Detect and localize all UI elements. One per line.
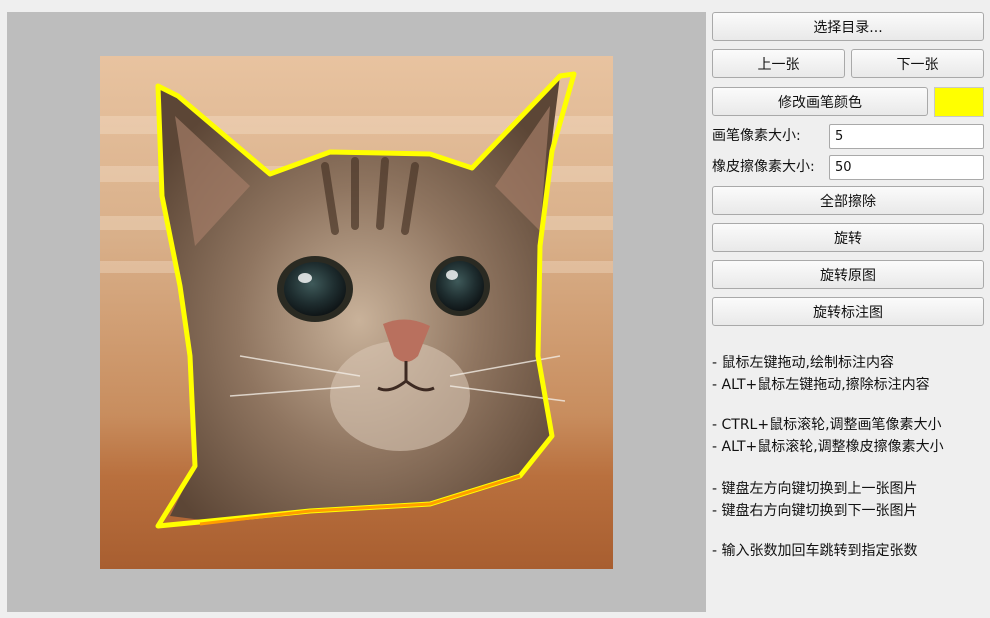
pen-size-label: 画笔像素大小: [712,128,801,144]
annotation-canvas-area[interactable] [7,12,706,612]
help-line-draw: - 鼠标左键拖动,绘制标注内容 [712,355,894,371]
pen-color-swatch[interactable] [934,87,984,117]
help-line-next-key: - 键盘右方向键切换到下一张图片 [712,503,918,519]
pen-size-input[interactable]: 5 [829,124,984,149]
previous-image-button[interactable]: 上一张 [712,49,845,78]
help-line-eraser-size: - ALT+鼠标滚轮,调整橡皮擦像素大小 [712,439,944,455]
rotate-button[interactable]: 旋转 [712,223,984,252]
help-line-jump: - 输入张数加回车跳转到指定张数 [712,543,918,559]
select-directory-button[interactable]: 选择目录... [712,12,984,41]
cat-photo-with-annotation[interactable] [100,56,613,569]
cat-image[interactable] [100,56,613,569]
rotate-annotation-button[interactable]: 旋转标注图 [712,297,984,326]
eraser-size-input[interactable]: 50 [829,155,984,180]
clear-all-button[interactable]: 全部擦除 [712,186,984,215]
next-image-button[interactable]: 下一张 [851,49,984,78]
help-line-pen-size: - CTRL+鼠标滚轮,调整画笔像素大小 [712,417,942,433]
rotate-original-button[interactable]: 旋转原图 [712,260,984,289]
eraser-size-label: 橡皮擦像素大小: [712,159,815,175]
help-line-prev-key: - 键盘左方向键切换到上一张图片 [712,481,918,497]
change-pen-color-button[interactable]: 修改画笔颜色 [712,87,928,116]
help-line-erase: - ALT+鼠标左键拖动,擦除标注内容 [712,377,930,393]
